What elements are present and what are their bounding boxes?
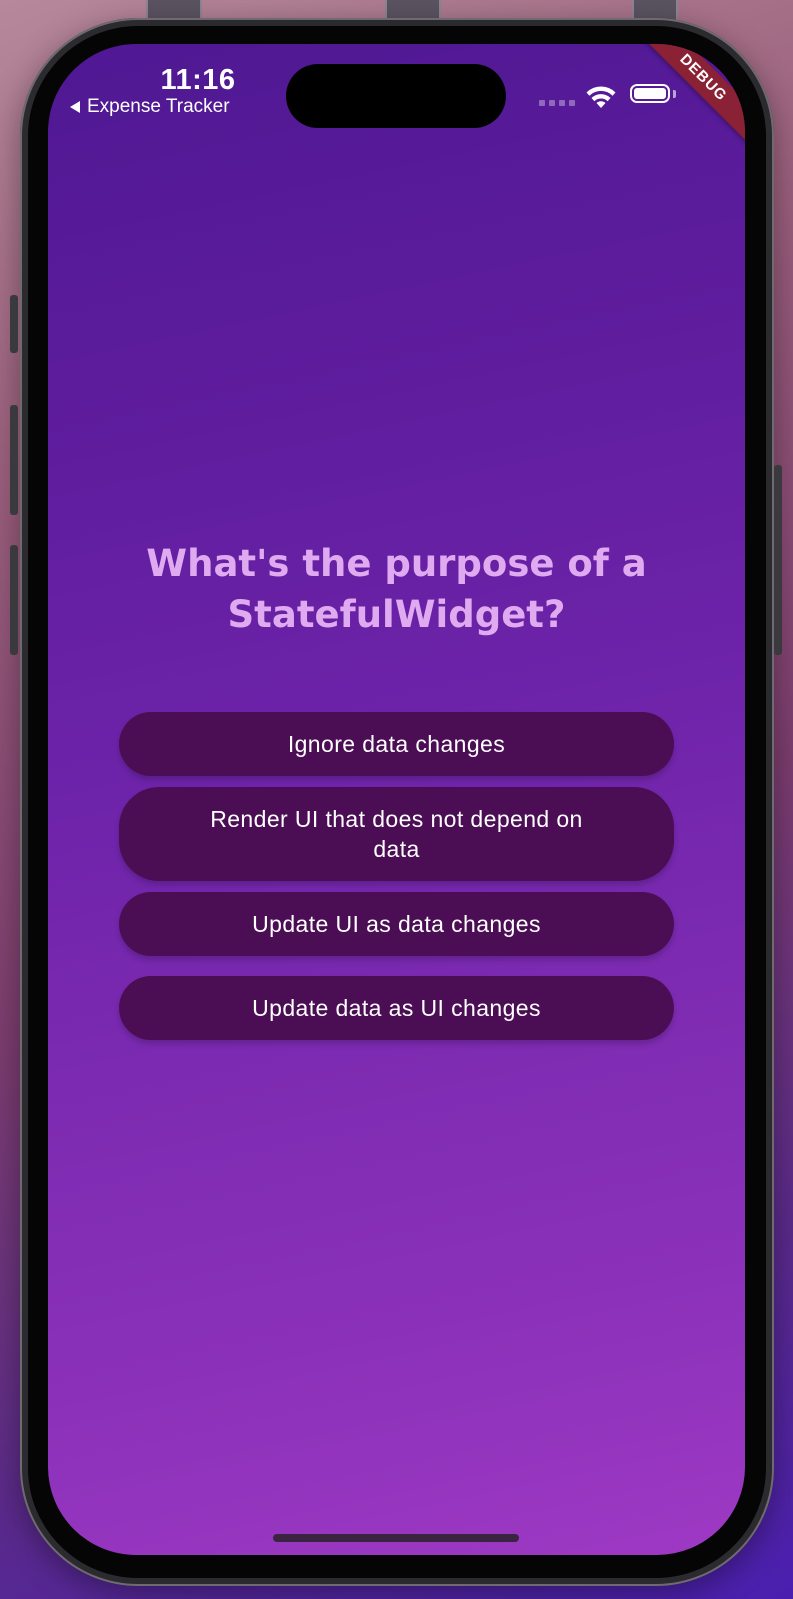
battery-level — [634, 88, 666, 99]
home-indicator[interactable] — [273, 1534, 519, 1542]
action-button — [10, 295, 18, 353]
volume-up-button — [10, 405, 18, 515]
back-triangle-icon — [70, 101, 80, 113]
dynamic-island — [286, 64, 506, 128]
wifi-icon — [586, 86, 616, 108]
answer-button-update-data-on-ui-change[interactable]: Update data as UI changes — [119, 976, 674, 1040]
cellular-signal-icon — [539, 100, 575, 106]
answer-button-ignore-data-changes[interactable]: Ignore data changes — [119, 712, 674, 776]
answer-button-update-ui-on-data-change[interactable]: Update UI as data changes — [119, 892, 674, 956]
back-to-app-link[interactable]: Expense Tracker — [70, 96, 230, 118]
volume-down-button — [10, 545, 18, 655]
status-time: 11:16 — [160, 64, 236, 96]
battery-icon — [630, 84, 670, 103]
app-screen: 11:16 Expense Tracker DEBUG What's the p… — [48, 44, 745, 1555]
back-app-label: Expense Tracker — [87, 96, 230, 117]
power-button — [774, 465, 782, 655]
battery-cap — [673, 90, 676, 98]
answer-button-render-ui-independent[interactable]: Render UI that does not depend on data — [119, 787, 674, 881]
answer-list: Ignore data changes Render UI that does … — [119, 712, 674, 1040]
question-text: What's the purpose of a StatefulWidget? — [146, 542, 647, 636]
